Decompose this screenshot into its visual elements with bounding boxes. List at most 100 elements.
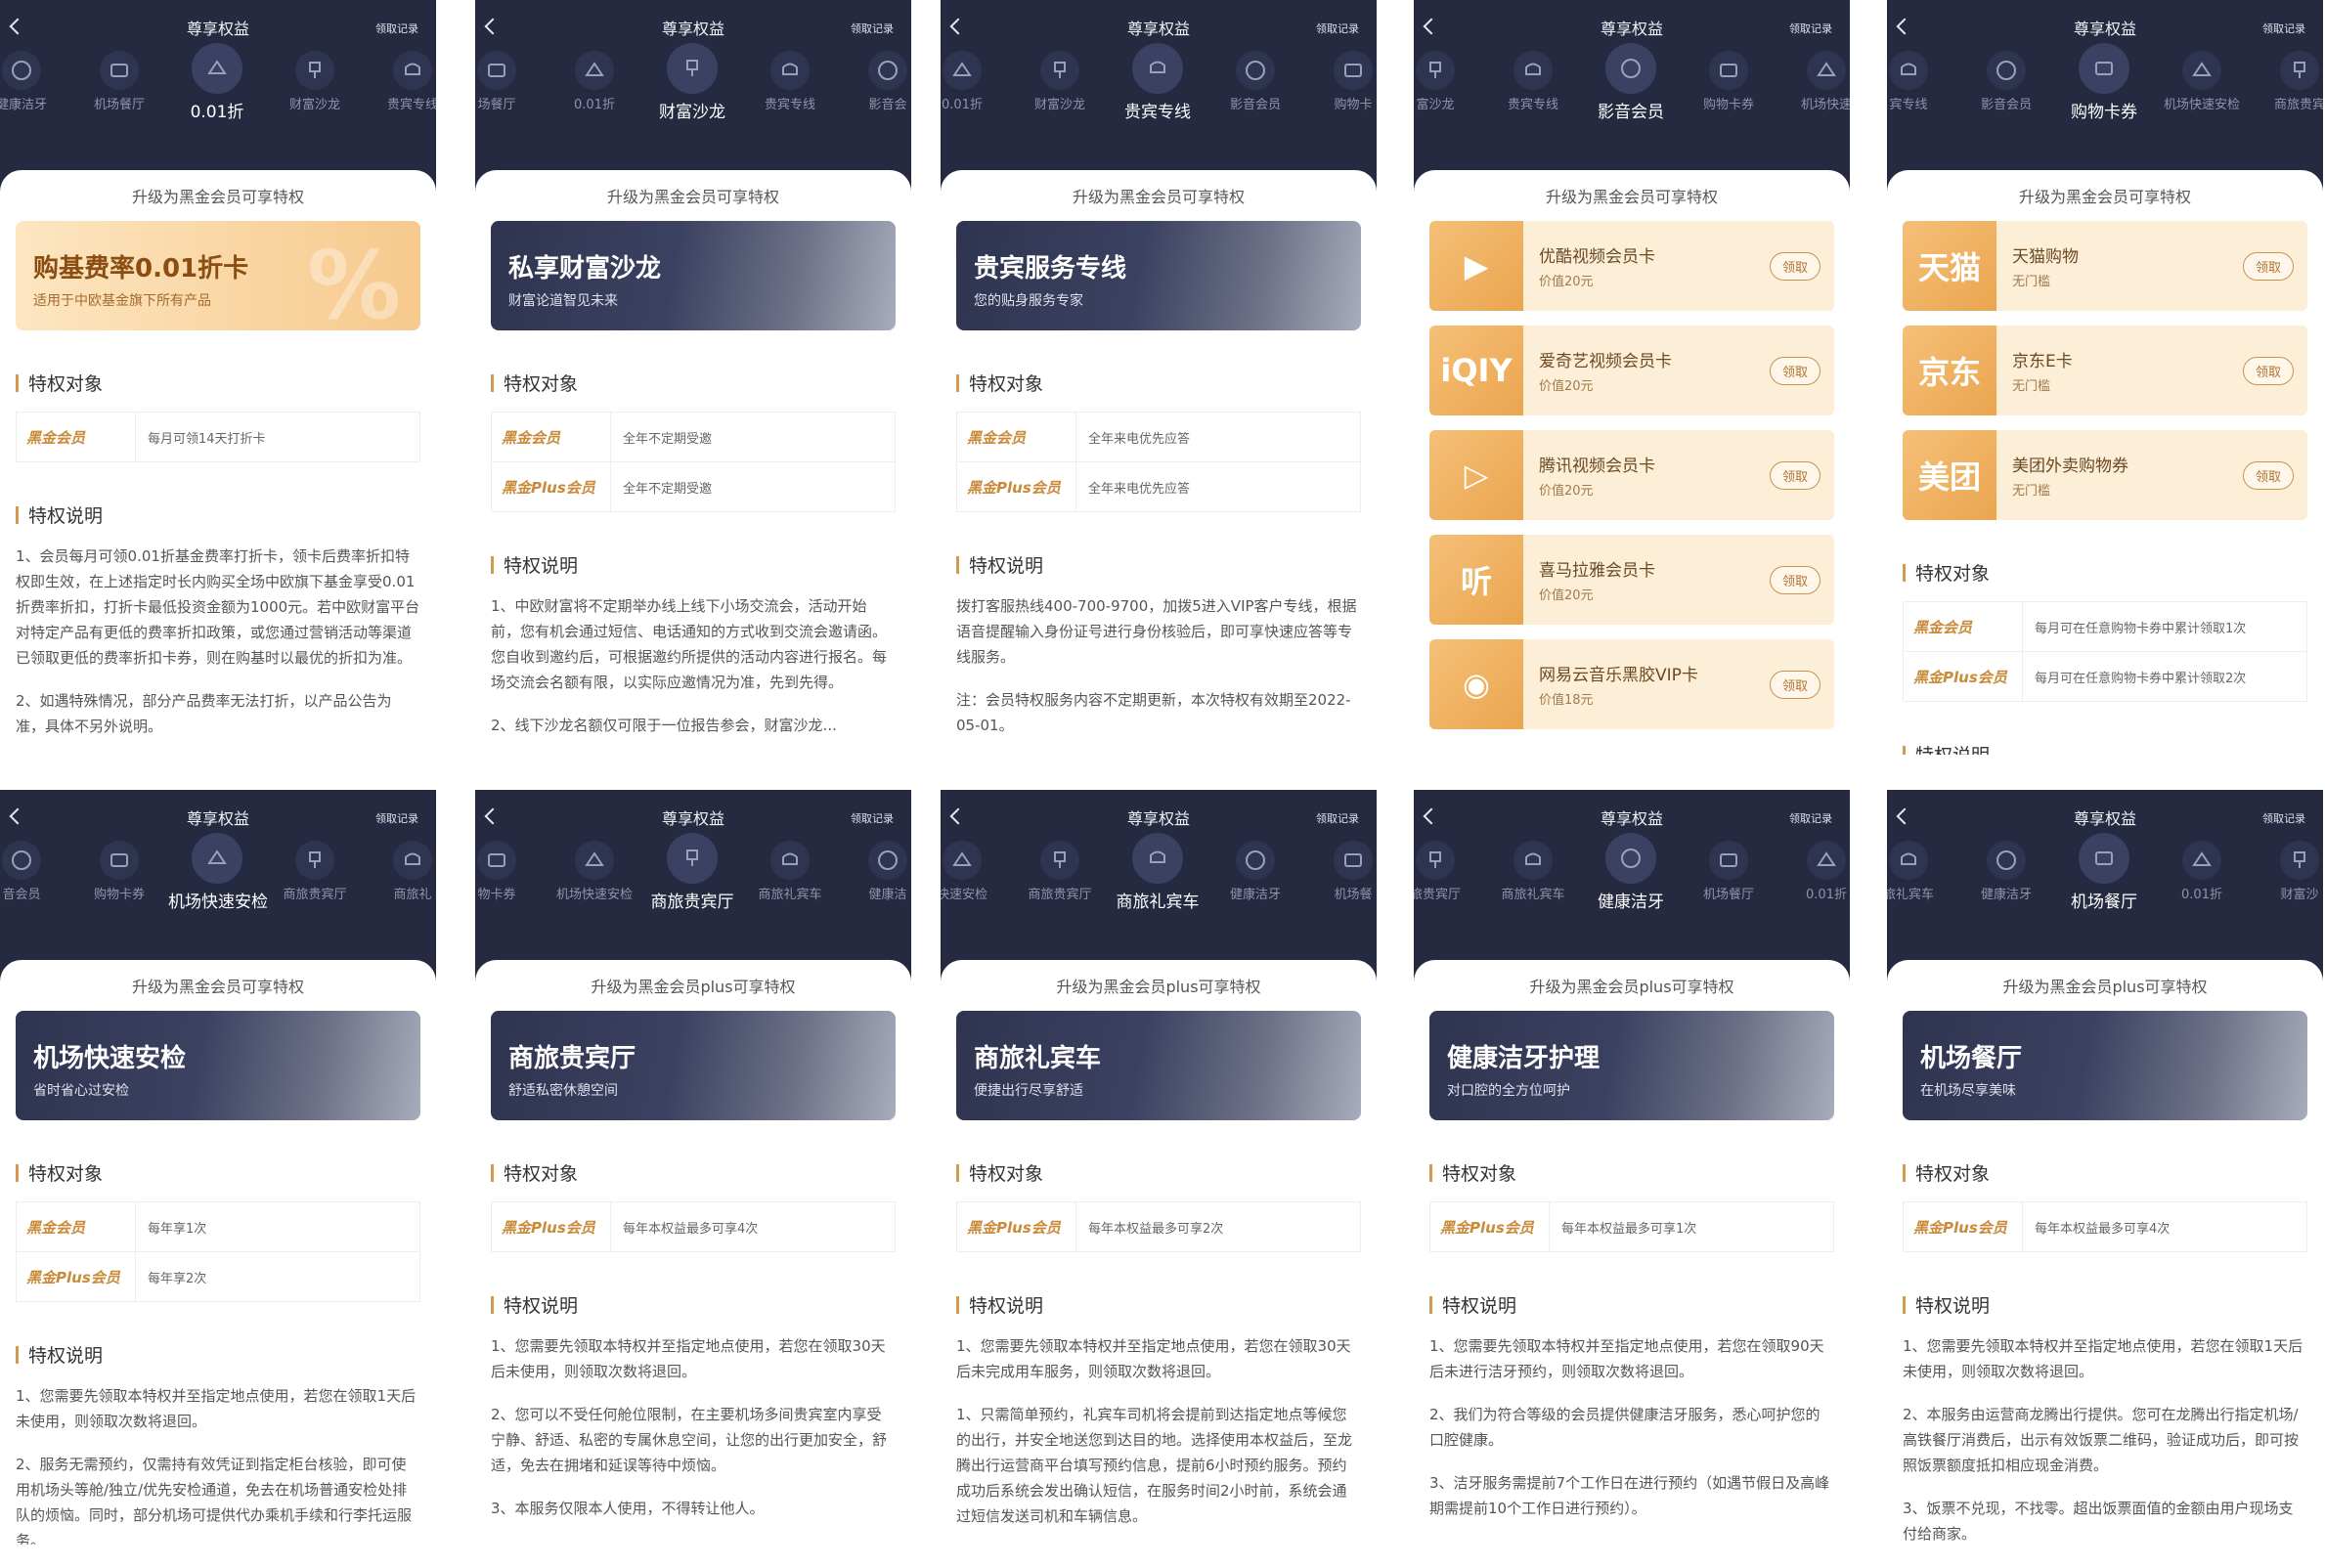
upgrade-notice: 升级为黑金会员plus可享特权 <box>2002 978 2208 996</box>
record-link[interactable]: 领取记录 <box>375 810 418 826</box>
benefit-tab[interactable]: 机场快速安检 <box>546 831 643 902</box>
benefit-tab[interactable]: 旅贵宾厅 <box>1414 831 1484 902</box>
benefit-tab[interactable]: 商旅贵宾 <box>2251 41 2323 112</box>
benefit-tab-label: 0.01折 <box>190 103 244 122</box>
claim-button[interactable]: 领取 <box>2242 356 2294 385</box>
chevron-left-icon[interactable] <box>1423 18 1440 35</box>
benefit-tab[interactable]: 影音会员 <box>1957 41 2055 112</box>
benefit-tab[interactable]: 贵宾专线 <box>1109 41 1206 122</box>
chevron-left-icon[interactable] <box>1423 807 1440 825</box>
benefit-tab-label: 购物卡 <box>1334 98 1373 112</box>
benefit-tab-icon <box>1807 841 1846 880</box>
record-link[interactable]: 领取记录 <box>851 21 894 36</box>
benefit-tab[interactable]: 商旅贵宾厅 <box>643 831 741 912</box>
benefit-tab[interactable]: 影音会员 <box>1582 41 1680 122</box>
benefit-tab[interactable]: 健康洁 <box>839 831 911 902</box>
chevron-left-icon[interactable] <box>9 18 26 35</box>
banner-subtitle: 舒适私密休憩空间 <box>508 1083 618 1099</box>
benefit-tab-icon <box>100 51 139 90</box>
benefit-tab[interactable]: 财富沙龙 <box>1011 41 1109 112</box>
table-row: 黑金Plus会员 全年不定期受邀 <box>492 461 895 511</box>
claim-button[interactable]: 领取 <box>1769 670 1821 699</box>
benefit-tab-label: 商旅礼 <box>393 888 432 902</box>
chevron-left-icon[interactable] <box>484 807 502 825</box>
benefit-tab[interactable]: 影音会员 <box>1206 41 1304 112</box>
claim-button[interactable]: 领取 <box>1769 460 1821 490</box>
voucher-price: 无门槛 <box>2012 379 2051 394</box>
benefit-tab-icon <box>770 841 810 880</box>
benefit-tab[interactable]: 财富沙 <box>2251 831 2323 902</box>
benefit-tab[interactable]: 富沙龙 <box>1414 41 1484 112</box>
benefit-tab[interactable]: 0.01折 <box>168 41 266 122</box>
benefit-tab[interactable]: 物卡券 <box>475 831 546 902</box>
benefit-tab[interactable]: 影音会 <box>839 41 911 112</box>
claim-button[interactable]: 领取 <box>1769 565 1821 594</box>
chevron-left-icon[interactable] <box>1896 807 1913 825</box>
benefit-tab[interactable]: 机场餐 <box>1304 831 1377 902</box>
benefit-tab-label: 贵宾专线 <box>1507 98 1558 112</box>
chevron-left-icon[interactable] <box>949 807 967 825</box>
record-link[interactable]: 领取记录 <box>2262 21 2305 36</box>
tier-benefit: 全年不定期受邀 <box>623 431 713 447</box>
benefit-tab[interactable]: 商旅贵宾厅 <box>1011 831 1109 902</box>
claim-button[interactable]: 领取 <box>1769 251 1821 281</box>
benefit-tab[interactable]: 0.01折 <box>941 41 1011 112</box>
benefit-tab[interactable]: 购物卡 <box>1304 41 1377 112</box>
benefit-tab[interactable]: 购物卡券 <box>70 831 168 902</box>
record-link[interactable]: 领取记录 <box>851 810 894 826</box>
benefit-tab[interactable]: 宾专线 <box>1887 41 1957 112</box>
benefit-tab[interactable]: 商旅贵宾厅 <box>266 831 364 902</box>
benefit-tab[interactable]: 0.01折 <box>2153 831 2251 902</box>
benefit-tab[interactable]: 财富沙龙 <box>643 41 741 122</box>
voucher-card: 听喜马拉雅会员卡 价值20元 领取 <box>1429 535 1834 625</box>
record-link[interactable]: 领取记录 <box>1789 21 1832 36</box>
benefit-tab[interactable]: 0.01折 <box>1777 831 1850 902</box>
claim-button[interactable]: 领取 <box>2242 251 2294 281</box>
benefit-tab[interactable]: 商旅礼 <box>364 831 436 902</box>
benefit-tab[interactable]: 机场快速 <box>1777 41 1850 112</box>
benefit-tab[interactable]: 机场快速安检 <box>2153 41 2251 112</box>
chevron-left-icon[interactable] <box>1896 18 1913 35</box>
benefit-tabs: 旅贵宾厅 商旅礼宾车 健康洁牙 机场餐厅 0.01折 <box>1414 831 1850 921</box>
benefit-tab[interactable]: 贵宾专线 <box>741 41 839 112</box>
record-link[interactable]: 领取记录 <box>1316 810 1359 826</box>
record-link[interactable]: 领取记录 <box>1789 810 1832 826</box>
record-link[interactable]: 领取记录 <box>2262 810 2305 826</box>
banner-subtitle: 财富论道智见未来 <box>508 293 618 309</box>
benefit-screen: 尊享权益 领取记录 场餐厅 0.01折 财富沙龙 贵宾专线 影音会 升级为黑金会员可享特权 私享… <box>475 0 911 755</box>
benefit-tab[interactable]: 商旅礼宾车 <box>1109 831 1206 912</box>
benefit-tab-icon <box>667 43 718 94</box>
benefit-tab[interactable]: 购物卡券 <box>2055 41 2153 122</box>
benefit-tab[interactable]: 0.01折 <box>546 41 643 112</box>
benefit-tab[interactable]: 机场餐厅 <box>1680 831 1777 902</box>
record-link[interactable]: 领取记录 <box>375 21 418 36</box>
benefit-tab[interactable]: 贵宾专线 <box>364 41 436 112</box>
benefit-tab[interactable]: 财富沙龙 <box>266 41 364 112</box>
banner-title: 机场餐厅 <box>1920 1044 2023 1073</box>
claim-button[interactable]: 领取 <box>2242 460 2294 490</box>
benefit-tab[interactable]: 商旅礼宾车 <box>741 831 839 902</box>
benefit-tab[interactable]: 购物卡券 <box>1680 41 1777 112</box>
benefit-tab[interactable]: 机场快速安检 <box>168 831 268 912</box>
chevron-left-icon[interactable] <box>9 807 26 825</box>
benefit-tab[interactable]: 机场餐厅 <box>2055 831 2153 912</box>
target-section-title: 特权对象 <box>1903 1159 2307 1186</box>
benefit-tab[interactable]: 音会员 <box>0 831 70 902</box>
benefit-tab[interactable]: 快速安检 <box>941 831 1011 902</box>
benefit-tab-label: 商旅礼宾车 <box>1116 893 1200 912</box>
desc-text: 1、您需要先领取本特权并至指定地点使用，若您在领取30天后未完成用车服务，则领取… <box>956 1333 1361 1529</box>
benefit-tab[interactable]: 旅礼宾车 <box>1887 831 1957 902</box>
claim-button[interactable]: 领取 <box>1769 356 1821 385</box>
benefit-tab[interactable]: 场餐厅 <box>475 41 546 112</box>
chevron-left-icon[interactable] <box>484 18 502 35</box>
benefit-tab-label: 机场餐厅 <box>2071 893 2137 912</box>
record-link[interactable]: 领取记录 <box>1316 21 1359 36</box>
benefit-tab[interactable]: 贵宾专线 <box>1484 41 1582 112</box>
benefit-tab[interactable]: 机场餐厅 <box>70 41 168 112</box>
benefit-tab[interactable]: 健康洁牙 <box>1582 831 1680 912</box>
benefit-tab[interactable]: 健康洁牙 <box>1957 831 2055 902</box>
benefit-tab[interactable]: 健康洁牙 <box>1206 831 1304 902</box>
benefit-tab[interactable]: 健康洁牙 <box>0 41 70 112</box>
chevron-left-icon[interactable] <box>949 18 967 35</box>
benefit-tab[interactable]: 商旅礼宾车 <box>1484 831 1582 902</box>
